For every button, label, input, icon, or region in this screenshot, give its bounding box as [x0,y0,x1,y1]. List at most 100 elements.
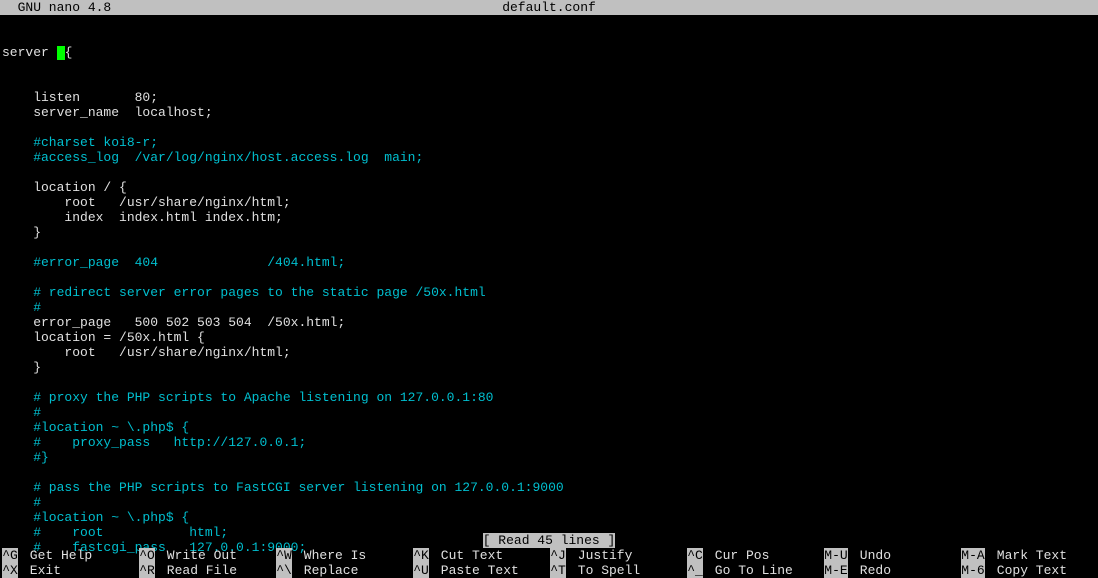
editor-text: # pass the PHP scripts to FastCGI server… [2,480,564,495]
shortcut-key: M-U [824,548,848,563]
editor-text: # proxy the PHP scripts to Apache listen… [2,390,493,405]
shortcut-label: Go To Line [703,563,793,578]
shortcut-item[interactable]: ^T To Spell [550,563,687,578]
shortcut-key: ^T [550,563,566,578]
editor-line: #location ~ \.php$ { [2,510,1096,525]
editor-line: # [2,495,1096,510]
shortcut-item[interactable]: ^U Paste Text [413,563,550,578]
status-text: [ Read 45 lines ] [483,533,616,548]
editor-line: #error_page 404 /404.html; [2,255,1096,270]
shortcut-label: Exit [18,563,61,578]
shortcut-item[interactable]: ^J Justify [550,548,687,563]
editor-text: #location ~ \.php$ { [2,510,189,525]
shortcut-item[interactable]: M-E Redo [824,563,961,578]
editor-text: } [2,225,41,240]
editor-line: #location ~ \.php$ { [2,420,1096,435]
shortcut-label: To Spell [566,563,640,578]
editor-line [2,375,1096,390]
editor-line: # pass the PHP scripts to FastCGI server… [2,480,1096,495]
shortcut-item[interactable]: ^R Read File [139,563,276,578]
shortcut-key: ^U [413,563,429,578]
shortcut-key: ^C [687,548,703,563]
editor-line: location = /50x.html { [2,330,1096,345]
shortcut-row: ^X Exit^R Read File^\ Replace^U Paste Te… [0,563,1098,578]
status-line: [ Read 45 lines ] [0,533,1098,548]
editor-text: index index.html index.htm; [2,210,283,225]
editor-text: #charset koi8-r; [2,135,158,150]
editor-text: root /usr/share/nginx/html; [2,195,291,210]
editor-text: } [2,360,41,375]
editor-line [2,270,1096,285]
editor-line: } [2,225,1096,240]
editor-line [2,240,1096,255]
shortcut-label: Read File [155,563,237,578]
editor-text: { [65,45,73,60]
shortcut-item[interactable]: ^O Write Out [139,548,276,563]
editor-line: listen 80; [2,90,1096,105]
shortcut-key: ^\ [276,563,292,578]
shortcut-label: Write Out [155,548,237,563]
shortcut-key: ^X [2,563,18,578]
shortcut-label: Where Is [292,548,366,563]
editor-line: error_page 500 502 503 504 /50x.html; [2,315,1096,330]
shortcut-key: ^W [276,548,292,563]
shortcut-key: ^G [2,548,18,563]
editor-text: root /usr/share/nginx/html; [2,345,291,360]
shortcut-item[interactable]: ^C Cur Pos [687,548,824,563]
editor-text: location = /50x.html { [2,330,205,345]
editor-line: server { [2,45,1096,60]
editor-text: #access_log /var/log/nginx/host.access.l… [2,150,423,165]
shortcut-item[interactable]: ^K Cut Text [413,548,550,563]
editor-line: root /usr/share/nginx/html; [2,345,1096,360]
editor-line: root /usr/share/nginx/html; [2,195,1096,210]
shortcut-key: M-6 [961,563,985,578]
editor-line: # proxy_pass http://127.0.0.1; [2,435,1096,450]
shortcut-item[interactable]: ^G Get Help [2,548,139,563]
editor-text: #location ~ \.php$ { [2,420,189,435]
shortcut-bar: ^G Get Help^O Write Out^W Where Is^K Cut… [0,548,1098,578]
shortcut-item[interactable]: M-6 Copy Text [961,563,1098,578]
cursor [57,46,65,60]
shortcut-label: Cut Text [429,548,503,563]
editor-text: # [2,300,41,315]
shortcut-item[interactable]: M-A Mark Text [961,548,1098,563]
shortcut-key: M-A [961,548,985,563]
editor-text: # [2,405,41,420]
shortcut-label: Redo [848,563,891,578]
editor-line: # [2,300,1096,315]
shortcut-item[interactable]: M-U Undo [824,548,961,563]
shortcut-item[interactable]: ^\ Replace [276,563,413,578]
shortcut-row: ^G Get Help^O Write Out^W Where Is^K Cut… [0,548,1098,563]
editor-area[interactable]: server { listen 80; server_name localhos… [0,15,1098,570]
editor-line [2,165,1096,180]
shortcut-label: Cur Pos [703,548,769,563]
editor-text: server_name localhost; [2,105,213,120]
shortcut-label: Copy Text [985,563,1067,578]
editor-line [2,120,1096,135]
editor-line: location / { [2,180,1096,195]
editor-text: # proxy_pass http://127.0.0.1; [2,435,306,450]
shortcut-key: ^R [139,563,155,578]
editor-text: #} [2,450,49,465]
editor-line: #access_log /var/log/nginx/host.access.l… [2,150,1096,165]
editor-line: } [2,360,1096,375]
title-bar: GNU nano 4.8 default.conf [0,0,1098,15]
shortcut-item[interactable]: ^_ Go To Line [687,563,824,578]
app-name: GNU nano 4.8 [2,0,111,15]
editor-text: listen 80; [2,90,158,105]
editor-text: # [2,495,41,510]
shortcut-item[interactable]: ^W Where Is [276,548,413,563]
editor-line [2,465,1096,480]
editor-text: #error_page 404 /404.html; [2,255,345,270]
filename: default.conf [502,0,596,15]
shortcut-key: ^_ [687,563,703,578]
editor-line: # redirect server error pages to the sta… [2,285,1096,300]
editor-line: # [2,405,1096,420]
editor-text: error_page 500 502 503 504 /50x.html; [2,315,345,330]
shortcut-label: Undo [848,548,891,563]
editor-line: server_name localhost; [2,105,1096,120]
shortcut-item[interactable]: ^X Exit [2,563,139,578]
shortcut-label: Paste Text [429,563,519,578]
shortcut-label: Replace [292,563,358,578]
editor-line: #} [2,450,1096,465]
